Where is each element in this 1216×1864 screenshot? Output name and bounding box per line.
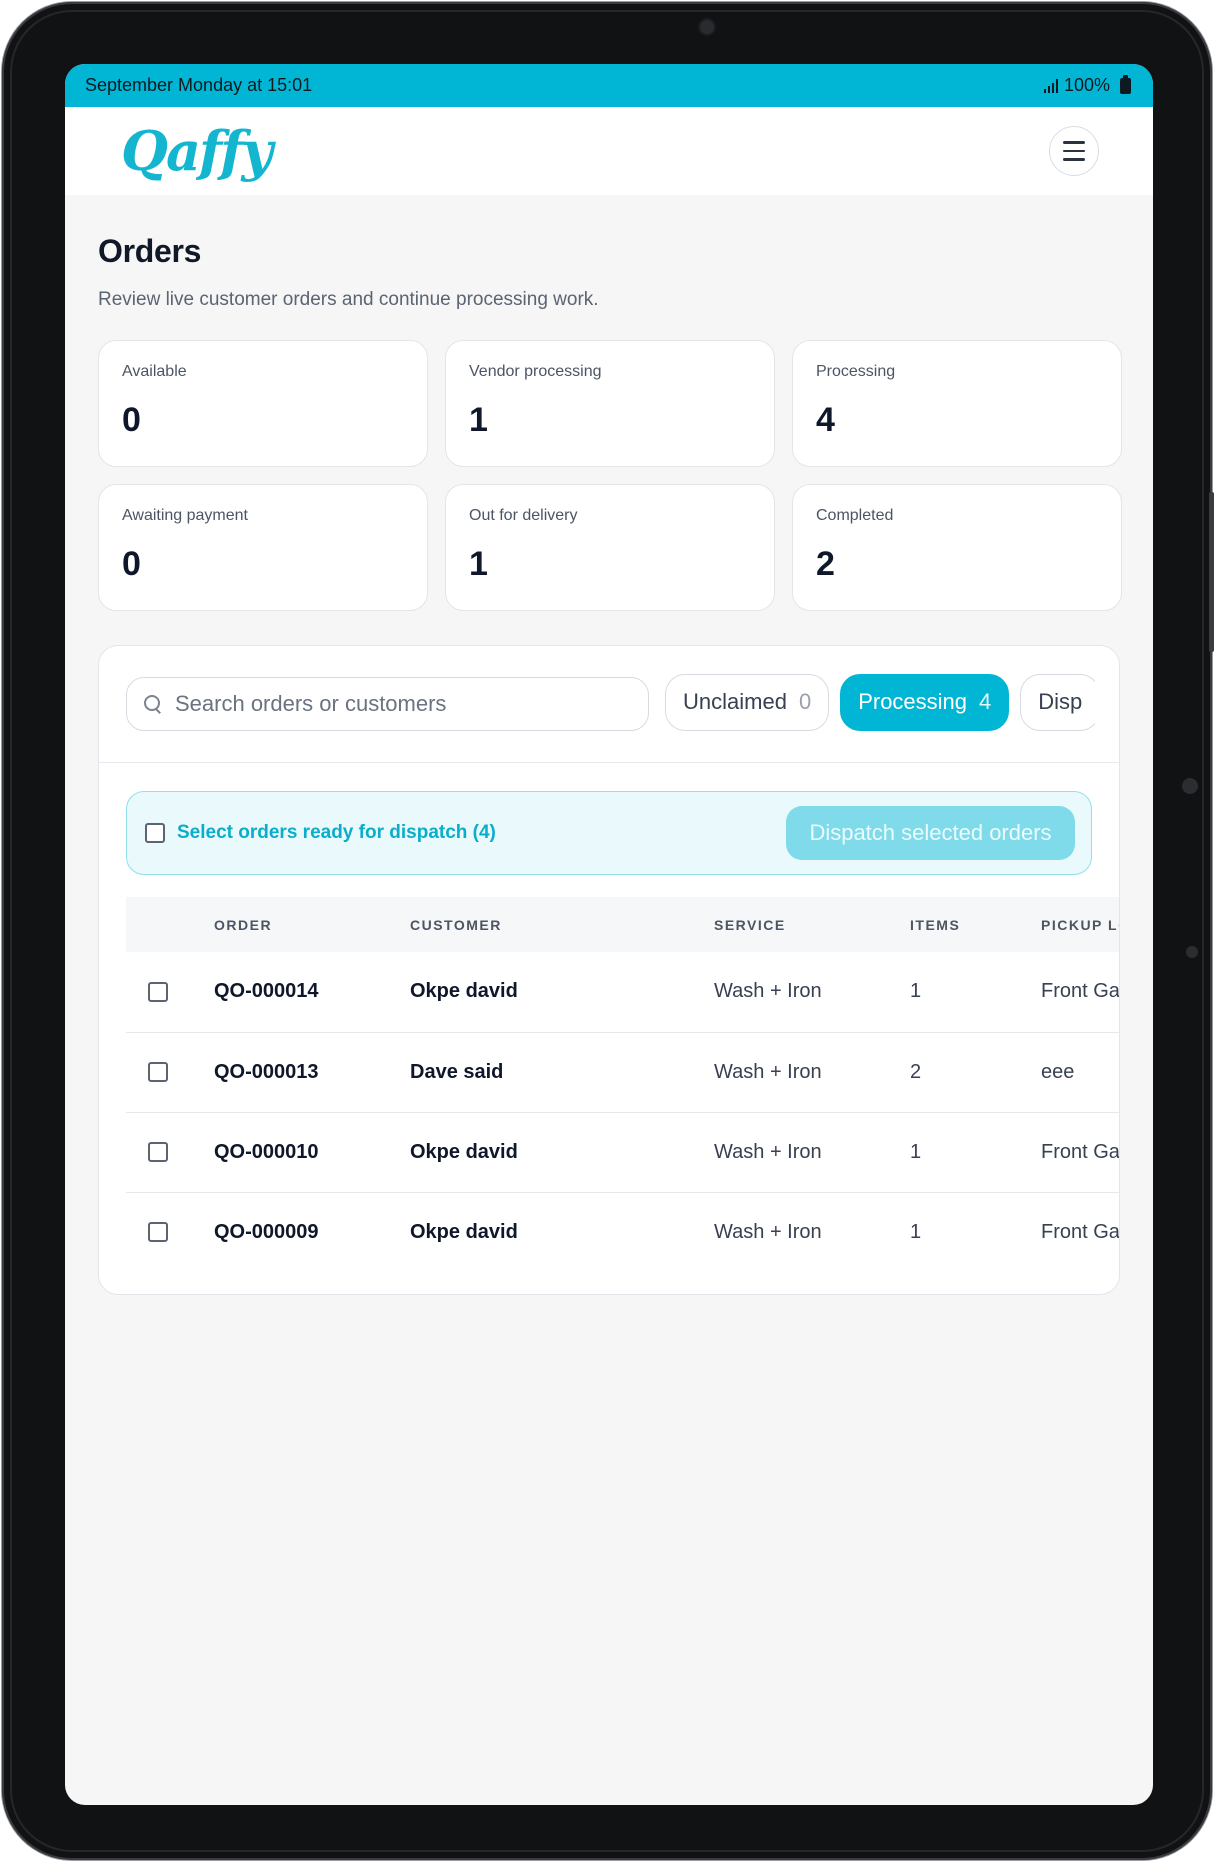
table-row[interactable]: QO-000009 Okpe david Wash + Iron 1 Front…: [126, 1192, 1120, 1272]
service: Wash + Iron: [714, 1220, 822, 1243]
stat-label: Processing: [816, 363, 896, 380]
signal-icon: [1043, 78, 1058, 93]
search-input[interactable]: [175, 691, 632, 717]
pickup-location: Front Gat: [1041, 1140, 1120, 1163]
order-id: QO-000014: [214, 980, 319, 1003]
stat-label: Available: [122, 363, 187, 380]
customer-name: Okpe david: [410, 1220, 518, 1243]
stat-card-awaiting-payment: Awaiting payment 0: [98, 484, 428, 611]
header-customer: CUSTOMER: [410, 916, 502, 933]
stat-card-available: Available 0: [98, 340, 428, 467]
status-bar: September Monday at 15:01 100%: [65, 64, 1153, 107]
screen: September Monday at 15:01 100% Qaffy Ord…: [65, 64, 1153, 1805]
row-checkbox[interactable]: [148, 1062, 168, 1082]
select-all-label: Select orders ready for dispatch (4): [177, 822, 496, 843]
sensor-dot: [1186, 946, 1198, 958]
table-row[interactable]: QO-000010 Okpe david Wash + Iron 1 Front…: [126, 1112, 1120, 1192]
customer-name: Dave said: [410, 1060, 504, 1083]
status-time: September Monday at 15:01: [85, 75, 313, 95]
search-icon: [143, 694, 163, 714]
row-checkbox[interactable]: [148, 981, 168, 1002]
tab-label: Unclaimed: [683, 689, 787, 714]
stat-value: 0: [122, 401, 141, 439]
pickup-location: Front Gat: [1041, 1220, 1120, 1243]
sensor-dot: [1182, 778, 1198, 794]
row-checkbox[interactable]: [148, 1142, 168, 1162]
items-count: 2: [910, 1060, 922, 1083]
stats-grid: Available 0 Vendor processing 1 Processi…: [98, 340, 1122, 611]
items-count: 1: [910, 1220, 922, 1243]
app-header: Qaffy: [65, 107, 1153, 195]
tab-label: Processing: [858, 689, 968, 714]
stat-card-processing: Processing 4: [792, 340, 1122, 467]
search-box[interactable]: [126, 677, 649, 731]
logo[interactable]: Qaffy: [121, 124, 273, 178]
stat-value: 2: [816, 545, 835, 583]
stat-value: 1: [469, 401, 488, 439]
service: Wash + Iron: [714, 980, 822, 1003]
orders-panel: Unclaimed 0 Processing 4 Disp: [98, 645, 1120, 1295]
battery-icon: [1120, 74, 1131, 94]
customer-name: Okpe david: [410, 1140, 518, 1163]
stat-value: 4: [816, 401, 835, 439]
row-checkbox[interactable]: [148, 1222, 168, 1243]
header-service: SERVICE: [714, 916, 786, 933]
stat-card-out-for-delivery: Out for delivery 1: [445, 484, 775, 611]
orders-table: ORDER CUSTOMER SERVICE ITEMS PICKUP LO Q…: [126, 897, 1120, 1272]
items-count: 1: [910, 980, 922, 1003]
select-all-checkbox[interactable]: [145, 823, 165, 843]
pickup-location: Front Gat: [1041, 980, 1120, 1003]
orders-toolbar: Unclaimed 0 Processing 4 Disp: [99, 646, 1119, 763]
stat-label: Awaiting payment: [122, 507, 248, 524]
order-id: QO-000010: [214, 1140, 319, 1163]
stat-label: Vendor processing: [469, 363, 602, 380]
header-pickup-location: PICKUP LO: [1041, 916, 1119, 933]
table-header-row: ORDER CUSTOMER SERVICE ITEMS PICKUP LO: [126, 897, 1119, 952]
service: Wash + Iron: [714, 1060, 822, 1083]
header-select: [126, 897, 214, 952]
pickup-location: eee: [1041, 1060, 1075, 1083]
order-id: QO-000009: [214, 1220, 319, 1243]
header-items: ITEMS: [910, 916, 961, 933]
dispatch-selected-button[interactable]: Dispatch selected orders: [786, 806, 1075, 860]
orders-table-wrap[interactable]: ORDER CUSTOMER SERVICE ITEMS PICKUP LO Q…: [126, 897, 1120, 1272]
customer-name: Okpe david: [410, 980, 518, 1003]
dispatch-bar: Select orders ready for dispatch (4) Dis…: [126, 791, 1092, 875]
page-subtitle: Review live customer orders and continue…: [98, 289, 599, 310]
tab-processing[interactable]: Processing 4: [840, 673, 1010, 731]
tab-count: 0: [798, 689, 812, 714]
table-row[interactable]: QO-000014 Okpe david Wash + Iron 1 Front…: [126, 952, 1120, 1032]
volume-button: [1209, 492, 1214, 652]
tab-label: Disp: [1038, 689, 1083, 714]
select-all-dispatch[interactable]: Select orders ready for dispatch (4): [145, 822, 496, 844]
stat-value: 1: [469, 545, 488, 583]
stat-card-completed: Completed 2: [792, 484, 1122, 611]
page-title: Orders: [98, 233, 202, 269]
status-indicators: 100%: [1043, 74, 1131, 96]
status-tabs: Unclaimed 0 Processing 4 Disp: [665, 672, 1095, 732]
order-id: QO-000013: [214, 1060, 319, 1083]
stat-value: 0: [122, 545, 141, 583]
stat-label: Out for delivery: [469, 507, 578, 524]
table-row[interactable]: QO-000013 Dave said Wash + Iron 2 eee: [126, 1032, 1119, 1112]
hamburger-icon: [1063, 141, 1085, 144]
tab-dispatch[interactable]: Disp: [1020, 673, 1095, 731]
stat-card-vendor-processing: Vendor processing 1: [445, 340, 775, 467]
header-order: ORDER: [214, 916, 273, 933]
tab-count: 4: [979, 689, 992, 714]
service: Wash + Iron: [714, 1140, 822, 1163]
stat-label: Completed: [816, 507, 894, 524]
tab-unclaimed[interactable]: Unclaimed 0: [665, 673, 830, 731]
tablet-frame: September Monday at 15:01 100% Qaffy Ord…: [2, 2, 1214, 1860]
menu-button[interactable]: [1049, 126, 1099, 176]
front-camera: [700, 20, 714, 34]
main-content: Orders Review live customer orders and c…: [65, 195, 1153, 1295]
items-count: 1: [910, 1140, 922, 1163]
battery-percent: 100%: [1063, 75, 1110, 95]
